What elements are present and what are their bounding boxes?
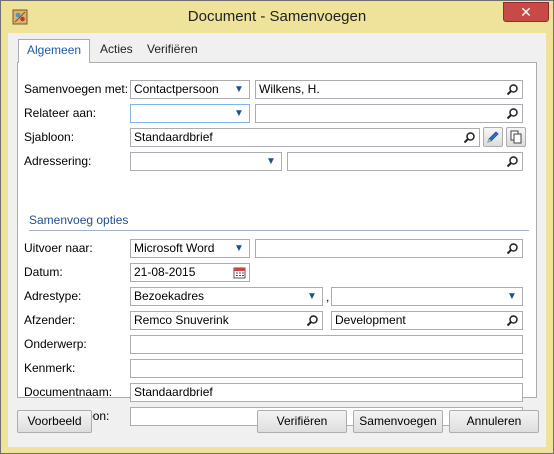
date-value: 21-08-2015 [134,265,196,279]
address-type-label: Adrestype: [24,289,82,303]
merge-with-search-field[interactable]: Wilkens, H. [255,80,523,99]
sender-field[interactable]: Remco Snuverink [130,311,323,330]
output-to-label: Uitvoer naar: [24,241,93,255]
window-title: Document - Samenvoegen [187,8,367,25]
close-button[interactable]: ✕ [503,2,549,22]
department-value: Development [335,313,406,327]
search-icon[interactable] [506,83,519,96]
merge-button[interactable]: Samenvoegen [353,410,443,433]
subject-field[interactable] [130,335,523,354]
chevron-down-icon: ▼ [234,243,244,254]
close-icon: ✕ [520,4,532,20]
merge-with-type-value: Contactpersoon [134,82,219,96]
chevron-down-icon: ▼ [507,291,517,302]
search-icon[interactable] [463,131,476,144]
reference-field[interactable] [130,359,523,378]
template-value: Standaardbrief [134,130,213,144]
tab-acties[interactable]: Acties [92,39,141,61]
addressing-label: Adressering: [24,154,92,168]
search-icon[interactable] [506,242,519,255]
chevron-down-icon: ▼ [266,156,276,167]
copy-template-button[interactable] [506,127,526,147]
document-name-label: Documentnaam: [24,385,113,399]
relate-to-type-select[interactable]: ▼ [130,104,250,123]
search-icon[interactable] [506,107,519,120]
document-name-field[interactable]: Standaardbrief [130,383,523,402]
title-bar[interactable]: Document - Samenvoegen ✕ [1,1,553,33]
merge-options-heading: Samenvoeg opties [29,213,129,227]
address-type-separator: , [326,290,330,304]
edit-template-button[interactable] [483,127,503,147]
addressing-select[interactable]: ▼ [130,152,282,171]
address-type-value: Bezoekadres [134,289,205,303]
date-field[interactable]: 21-08-2015 [130,263,250,282]
dialog-window: Document - Samenvoegen ✕ Algemeen Acties… [0,0,554,454]
addressing-search-field[interactable] [287,152,523,171]
output-to-value: Microsoft Word [134,241,215,255]
search-icon[interactable] [506,155,519,168]
merge-with-search-value: Wilkens, H. [259,82,320,96]
template-field[interactable]: Standaardbrief [130,128,480,147]
output-to-select[interactable]: Microsoft Word ▼ [130,239,250,258]
cancel-button[interactable]: Annuleren [449,410,539,433]
calendar-icon[interactable] [233,266,246,279]
subject-label: Onderwerp: [24,337,87,351]
search-icon[interactable] [306,314,319,327]
relate-to-search-field[interactable] [255,104,523,123]
verify-button[interactable]: Verifiëren [257,410,347,433]
sender-value: Remco Snuverink [134,313,229,327]
output-to-search-field[interactable] [255,239,523,258]
template-label: Sjabloon: [24,130,75,144]
relate-to-label: Relateer aan: [24,106,97,120]
reference-label: Kenmerk: [24,361,76,375]
dialog-client: Algemeen Acties Verifiëren Samenvoegen m… [8,33,546,447]
copy-icon [510,130,522,144]
preview-button[interactable]: Voorbeeld [17,410,92,433]
tab-panel-algemeen: Samenvoegen met: Contactpersoon ▼ Wilken… [17,62,537,426]
merge-with-type-select[interactable]: Contactpersoon ▼ [130,80,250,99]
chevron-down-icon: ▼ [234,84,244,95]
date-label: Datum: [24,265,63,279]
chevron-down-icon: ▼ [234,108,244,119]
section-divider [29,230,529,231]
document-name-value: Standaardbrief [134,385,213,399]
search-icon[interactable] [506,314,519,327]
tab-algemeen[interactable]: Algemeen [18,39,91,63]
address-type-select-2[interactable]: ▼ [331,287,523,306]
merge-with-label: Samenvoegen met: [24,82,129,96]
address-type-select[interactable]: Bezoekadres ▼ [130,287,323,306]
pencil-icon [487,131,499,143]
chevron-down-icon: ▼ [307,291,317,302]
sender-label: Afzender: [24,313,76,327]
department-field[interactable]: Development [331,311,523,330]
tab-verifieren[interactable]: Verifiëren [139,39,206,61]
